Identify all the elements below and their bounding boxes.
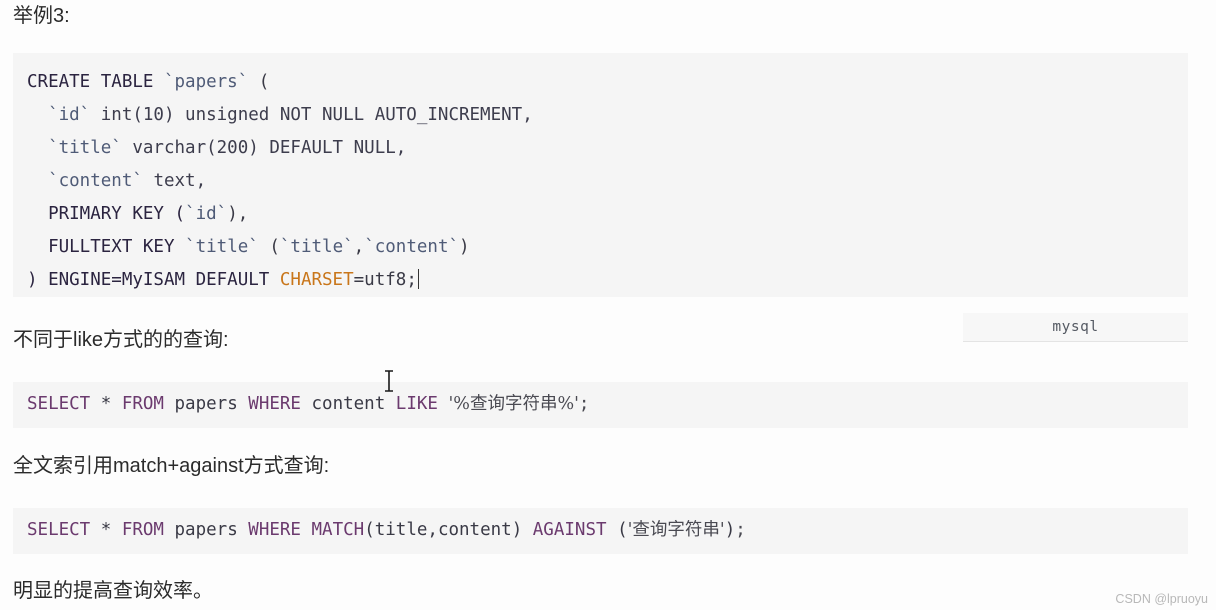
- code-token-string: '查询字符串': [627, 520, 725, 540]
- code-token-column: content: [300, 394, 396, 414]
- code-token-keyword: CREATE TABLE: [27, 72, 164, 92]
- code-token-punct: ,: [353, 237, 365, 257]
- paragraph-conclusion: 明显的提高查询效率。: [13, 580, 213, 602]
- code-token-paren-open: (: [606, 520, 628, 540]
- code-token-star: *: [90, 520, 122, 540]
- code-token-keyword: WHERE: [248, 394, 301, 414]
- code-block-like-query[interactable]: SELECT * FROM papers WHERE content LIKE …: [13, 382, 1188, 428]
- code-block-create-table[interactable]: CREATE TABLE `papers` ( `id` int(10) uns…: [13, 53, 1188, 297]
- code-token-identifier: `title`: [27, 138, 122, 158]
- code-token-keyword: SELECT: [27, 394, 91, 414]
- language-tag-mysql: mysql: [963, 313, 1188, 342]
- code-token-keyword: FROM: [121, 394, 164, 414]
- code-token-identifier: `papers`: [163, 72, 249, 92]
- paragraph-unlike-query: 不同于like方式的的查询:: [13, 329, 229, 351]
- code-token-semicolon: ;: [578, 394, 590, 414]
- paragraph-intro: 举例3:: [13, 5, 70, 27]
- code-token-identifier: `id`: [185, 204, 228, 224]
- paragraph-fulltext-query: 全文索引用match+against方式查询:: [13, 455, 330, 477]
- code-token-paren-close: ): [724, 520, 736, 540]
- code-token-punct: ): [459, 237, 470, 257]
- language-tag-label: mysql: [1052, 319, 1099, 335]
- code-token-punct: ),: [227, 204, 249, 224]
- code-token-identifier: `title`: [279, 237, 354, 257]
- code-token-punct: (: [248, 72, 270, 92]
- code-token-keyword: SELECT: [27, 520, 91, 540]
- watermark-csdn: CSDN @lpruoyu: [1115, 592, 1208, 606]
- text-caret: [417, 269, 419, 289]
- code-token-keyword: FULLTEXT KEY: [27, 237, 186, 257]
- code-token-value: =utf8;: [353, 270, 417, 290]
- code-token-identifier: `id`: [27, 105, 91, 125]
- code-token-type: varchar(200) DEFAULT NULL,: [121, 138, 407, 158]
- code-token-star: *: [90, 394, 122, 414]
- code-token-keyword: MATCH: [300, 520, 365, 540]
- code-token-keyword: FROM: [121, 520, 164, 540]
- code-line-create: CREATE TABLE `papers` ( `id` int(10) uns…: [27, 66, 1188, 297]
- code-token-type: int(10) unsigned NOT NULL AUTO_INCREMENT…: [90, 105, 533, 125]
- code-token-keyword: ) ENGINE=MyISAM DEFAULT: [27, 270, 280, 290]
- code-token-keyword: PRIMARY KEY (: [27, 204, 186, 224]
- code-token-semicolon: ;: [735, 520, 746, 540]
- article-page: 举例3: CREATE TABLE `papers` ( `id` int(10…: [0, 0, 1216, 610]
- code-token-keyword: AGAINST: [522, 520, 607, 540]
- code-line-like: SELECT * FROM papers WHERE content LIKE …: [27, 388, 1188, 421]
- code-line-match: SELECT * FROM papers WHERE MATCH(title,c…: [27, 514, 1188, 547]
- code-token-type: text,: [142, 171, 207, 191]
- code-token-string: '%查询字符串%': [448, 394, 579, 414]
- code-token-table: papers: [163, 520, 249, 540]
- code-token-punct: (: [258, 237, 280, 257]
- code-token-args: (title,content): [364, 520, 523, 540]
- code-token-identifier: `content`: [27, 171, 143, 191]
- code-token-identifier: `title`: [185, 237, 259, 257]
- code-token-table: papers: [163, 394, 249, 414]
- code-token-identifier: `content`: [364, 237, 460, 257]
- code-token-keyword: LIKE: [395, 394, 438, 414]
- code-token-charset: CHARSET: [279, 270, 354, 290]
- code-token-keyword: WHERE: [248, 520, 301, 540]
- code-block-match-query[interactable]: SELECT * FROM papers WHERE MATCH(title,c…: [13, 508, 1188, 554]
